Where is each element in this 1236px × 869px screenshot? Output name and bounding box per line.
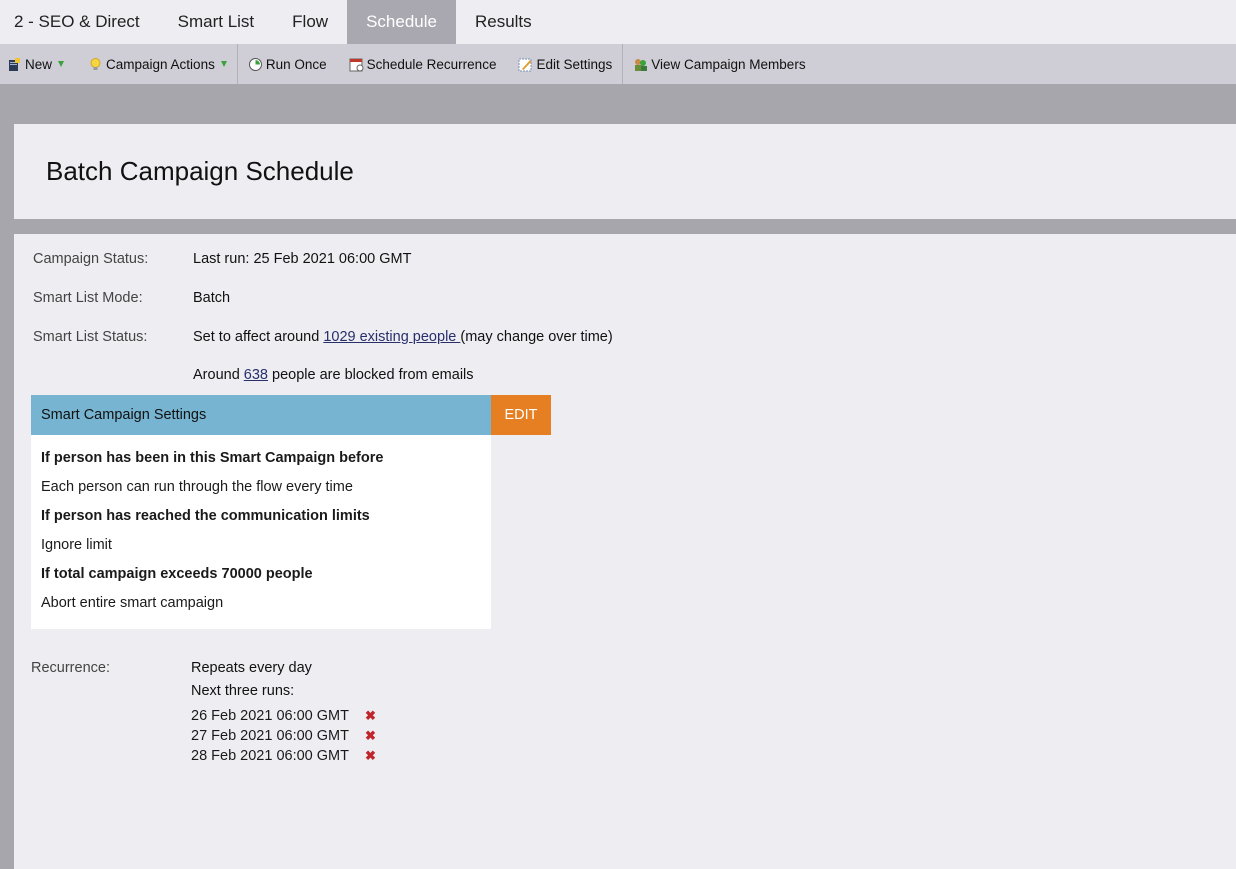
edit-settings-button[interactable]: EDIT (491, 395, 551, 435)
schedule-recurrence-label: Schedule Recurrence (366, 56, 497, 72)
left-strip (0, 124, 14, 869)
page-title: Batch Campaign Schedule (46, 156, 354, 186)
settings-rule-value: Abort entire smart campaign (41, 595, 224, 611)
recurrence-repeat-text: Repeats every day (191, 660, 312, 676)
run-once-label: Run Once (265, 56, 327, 72)
scheduled-run-row: 28 Feb 2021 06:00 GMT ✖ (191, 746, 376, 766)
blocked-people-link[interactable]: 638 (244, 367, 268, 383)
tab-results[interactable]: Results (456, 0, 551, 44)
campaign-status-value: Last run: 25 Feb 2021 06:00 GMT (193, 251, 412, 267)
smart-list-mode-label: Smart List Mode: (33, 290, 143, 306)
header-divider (14, 219, 1236, 234)
scheduled-run-row: 26 Feb 2021 06:00 GMT ✖ (191, 706, 376, 726)
toolbar-band (0, 84, 1236, 124)
tab-schedule[interactable]: Schedule (347, 0, 456, 44)
page-header: Batch Campaign Schedule (14, 124, 1236, 219)
scheduled-run-date: 28 Feb 2021 06:00 GMT (191, 748, 349, 764)
lightbulb-icon (88, 57, 103, 72)
tab-smart-list[interactable]: Smart List (159, 0, 274, 44)
list-status-suffix: (may change over time) (460, 329, 613, 345)
run-once-button[interactable]: Run Once (238, 44, 337, 84)
delete-run-icon[interactable]: ✖ (365, 748, 376, 764)
scheduled-run-row: 27 Feb 2021 06:00 GMT ✖ (191, 726, 376, 746)
run-once-clock-icon (248, 57, 263, 72)
new-menu-label: New (25, 56, 53, 72)
campaign-actions-button[interactable]: Campaign Actions (74, 44, 237, 84)
calendar-icon (349, 57, 364, 72)
settings-rule-value: Ignore limit (41, 537, 112, 553)
top-tab-bar: 2 - SEO & Direct Smart List Flow Schedul… (0, 0, 1236, 44)
delete-run-icon[interactable]: ✖ (365, 728, 376, 744)
blocked-prefix: Around (193, 367, 244, 383)
recurrence-label: Recurrence: (31, 660, 110, 676)
list-status-prefix: Set to affect around (193, 329, 324, 345)
settings-rule-value: Each person can run through the flow eve… (41, 479, 353, 495)
smart-campaign-settings-panel: If person has been in this Smart Campaig… (31, 435, 491, 629)
settings-rule-heading: If person has reached the communication … (41, 508, 370, 524)
settings-rule-heading: If total campaign exceeds 70000 people (41, 566, 313, 582)
chevron-down-icon (58, 61, 65, 67)
scheduled-run-date: 27 Feb 2021 06:00 GMT (191, 728, 349, 744)
view-campaign-members-button[interactable]: View Campaign Members (623, 44, 815, 84)
schedule-content: Campaign Status: Last run: 25 Feb 2021 0… (14, 234, 1236, 869)
schedule-recurrence-button[interactable]: Schedule Recurrence (337, 44, 507, 84)
scheduled-run-date: 26 Feb 2021 06:00 GMT (191, 708, 349, 724)
toolbar: New Campaign Actions Run Once Schedule R… (0, 44, 1236, 84)
settings-rule-heading: If person has been in this Smart Campaig… (41, 450, 384, 466)
blocked-suffix: people are blocked from emails (268, 367, 474, 383)
new-document-icon (7, 57, 22, 72)
tab-program[interactable]: 2 - SEO & Direct (0, 0, 159, 44)
blocked-people-text: Around 638 people are blocked from email… (193, 367, 474, 383)
chevron-down-icon (220, 61, 227, 67)
new-menu-button[interactable]: New (0, 44, 74, 84)
edit-pencil-icon (518, 57, 533, 72)
next-runs-label: Next three runs: (191, 683, 295, 699)
tab-flow[interactable]: Flow (273, 0, 347, 44)
existing-people-link[interactable]: 1029 existing people (323, 329, 460, 345)
smart-list-mode-value: Batch (193, 290, 231, 306)
edit-settings-button[interactable]: Edit Settings (506, 44, 622, 84)
smart-campaign-settings-header: Smart Campaign Settings (31, 395, 491, 435)
campaign-actions-label: Campaign Actions (106, 56, 215, 72)
campaign-status-label: Campaign Status: (33, 251, 149, 267)
view-campaign-members-label: View Campaign Members (651, 56, 806, 72)
smart-list-status-label: Smart List Status: (33, 329, 148, 345)
smart-list-status-value: Set to affect around 1029 existing peopl… (193, 329, 613, 345)
delete-run-icon[interactable]: ✖ (365, 708, 376, 724)
campaign-members-icon (633, 57, 648, 72)
edit-settings-label: Edit Settings (536, 56, 613, 72)
